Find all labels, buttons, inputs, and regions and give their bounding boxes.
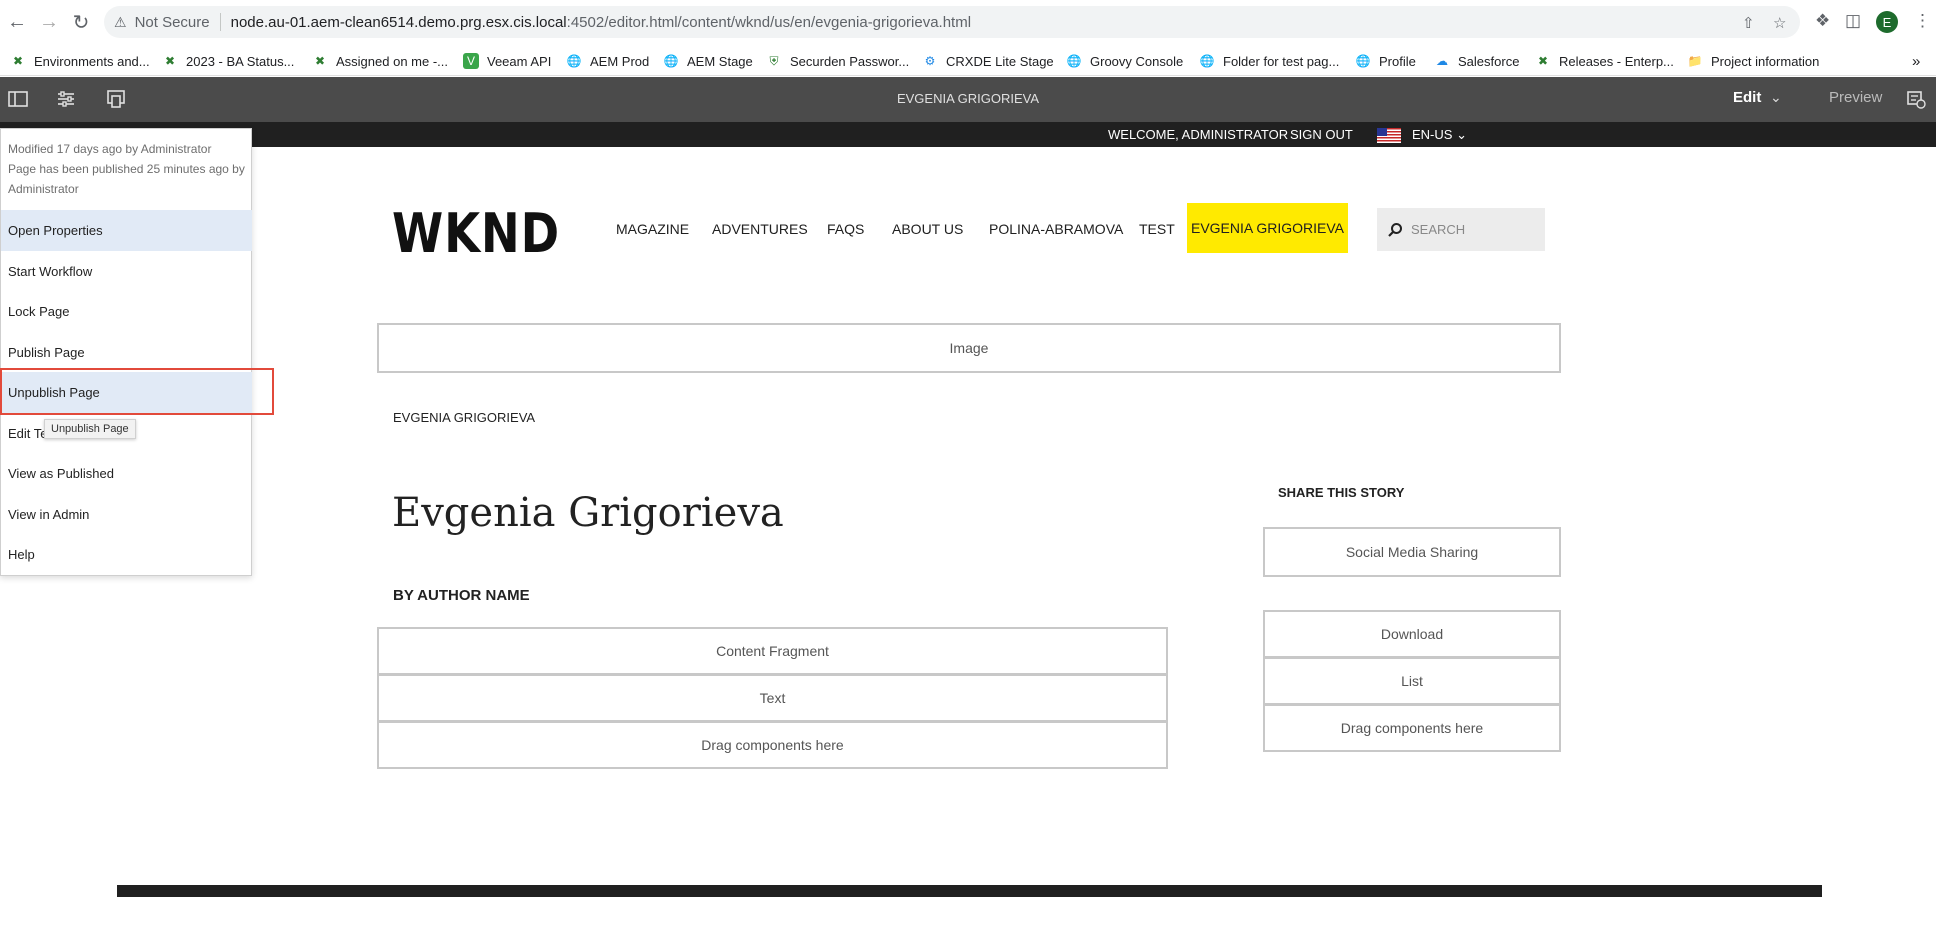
forward-icon[interactable]: → bbox=[38, 11, 60, 33]
menu-item-lock-page[interactable]: Lock Page bbox=[1, 291, 252, 332]
preview-button[interactable]: Preview bbox=[1829, 89, 1882, 106]
globe-icon: 🌐 bbox=[663, 54, 679, 68]
search-input[interactable]: SEARCH bbox=[1377, 208, 1545, 251]
nav-item-test[interactable]: TEST bbox=[1139, 221, 1175, 237]
article-title[interactable]: Evgenia Grigorieva bbox=[392, 490, 784, 536]
bookmark-item[interactable]: ✖ Environments and... bbox=[10, 50, 150, 72]
reload-icon[interactable]: ↻ bbox=[70, 11, 92, 34]
bookmark-item[interactable]: ✖ 2023 - BA Status... bbox=[162, 50, 294, 72]
welcome-text: WELCOME, ADMINISTRATOR bbox=[1108, 127, 1289, 142]
us-flag-icon bbox=[1377, 128, 1401, 143]
jira-icon: ✖ bbox=[12, 54, 24, 68]
search-placeholder: SEARCH bbox=[1411, 222, 1466, 237]
nav-item-about-us[interactable]: ABOUT US bbox=[892, 221, 963, 237]
breadcrumb: EVGENIA GRIGORIEVA bbox=[393, 410, 536, 425]
back-icon[interactable]: ← bbox=[6, 11, 28, 33]
page-information-menu: Modified 17 days ago by Administrator Pa… bbox=[0, 128, 252, 576]
footer bbox=[117, 885, 1822, 897]
chevron-down-icon[interactable]: ⌄ bbox=[1770, 89, 1782, 106]
warning-icon: ⚠ bbox=[114, 13, 127, 30]
browser-toolbar: ← → ↻ ⚠ Not Secure node.au-01.aem-clean6… bbox=[0, 0, 1936, 44]
site-utility-bar: WELCOME, ADMINISTRATOR SIGN OUT EN-US ⌄ bbox=[0, 122, 1936, 147]
text-component[interactable]: Text bbox=[377, 674, 1168, 722]
url-host: node.au-01.aem-clean6514.demo.prg.esx.ci… bbox=[230, 13, 567, 31]
bookmark-star-icon[interactable]: ☆ bbox=[1773, 14, 1786, 32]
bookmarks-bar: ✖ Environments and... ✖ 2023 - BA Status..… bbox=[0, 46, 1936, 76]
nav-item-magazine[interactable]: MAGAZINE bbox=[616, 221, 689, 237]
menu-item-open-properties[interactable]: Open Properties bbox=[1, 210, 252, 251]
bookmark-item[interactable]: ✖ Releases - Enterp... bbox=[1535, 50, 1674, 72]
globe-icon: 🌐 bbox=[566, 54, 582, 68]
folder-icon: 📁 bbox=[1687, 54, 1703, 68]
menu-item-publish-page[interactable]: Publish Page bbox=[1, 332, 252, 373]
page-status: Modified 17 days ago by Administrator Pa… bbox=[8, 139, 248, 199]
editor-toolbar: EVGENIA GRIGORIEVA Edit ⌄ Preview bbox=[0, 77, 1936, 122]
drop-zone[interactable]: Drag components here bbox=[377, 721, 1168, 769]
menu-item-start-workflow[interactable]: Start Workflow bbox=[1, 251, 252, 292]
shield-icon: ⛨ bbox=[769, 53, 779, 68]
globe-icon: 🌐 bbox=[1199, 54, 1215, 68]
veeam-icon: V bbox=[463, 53, 479, 69]
byline[interactable]: BY AUTHOR NAME bbox=[393, 587, 530, 604]
url-path: :4502/editor.html/content/wknd/us/en/evg… bbox=[566, 13, 972, 31]
jira-icon: ✖ bbox=[1537, 54, 1549, 68]
bookmark-item[interactable]: 🌐 AEM Stage bbox=[663, 50, 753, 72]
list-component[interactable]: List bbox=[1263, 657, 1561, 705]
site-logo[interactable]: WKND bbox=[392, 202, 560, 265]
bookmark-item[interactable]: 🌐 Folder for test pag... bbox=[1199, 50, 1340, 72]
bookmark-item[interactable]: ⚙ CRXDE Lite Stage bbox=[922, 50, 1054, 72]
sign-out-link[interactable]: SIGN OUT bbox=[1290, 127, 1353, 142]
bookmark-item[interactable]: 🌐 AEM Prod bbox=[566, 50, 650, 72]
search-icon bbox=[1388, 222, 1402, 237]
globe-icon: 🌐 bbox=[1355, 54, 1371, 68]
chevron-down-icon: ⌄ bbox=[1456, 127, 1467, 142]
profile-avatar[interactable]: E bbox=[1876, 11, 1898, 33]
share-icon[interactable]: ⇧ bbox=[1742, 14, 1755, 32]
menu-item-view-in-admin[interactable]: View in Admin bbox=[1, 494, 252, 535]
globe-icon: 🌐 bbox=[1066, 54, 1082, 68]
salesforce-icon: ☁ bbox=[1436, 54, 1448, 68]
bookmark-item[interactable]: 🌐 Profile bbox=[1355, 50, 1416, 72]
jira-icon: ✖ bbox=[314, 54, 326, 68]
tooltip: Unpublish Page bbox=[44, 419, 136, 439]
download-component[interactable]: Download bbox=[1263, 610, 1561, 658]
content-fragment-component[interactable]: Content Fragment bbox=[377, 627, 1168, 675]
share-heading: SHARE THIS STORY bbox=[1278, 485, 1405, 500]
published-text: Page has been published 25 minutes ago b… bbox=[8, 162, 245, 196]
address-bar[interactable]: ⚠ Not Secure node.au-01.aem-clean6514.de… bbox=[104, 6, 1800, 38]
bookmark-item[interactable]: ✖ Assigned on me -... bbox=[312, 50, 448, 72]
extensions-icon[interactable]: ❖ bbox=[1815, 11, 1830, 31]
side-panel-icon[interactable]: ◫ bbox=[1845, 11, 1861, 31]
mode-selector[interactable]: Edit bbox=[1733, 89, 1761, 106]
more-bookmarks-button[interactable]: » bbox=[1912, 50, 1920, 72]
bookmark-item[interactable]: ☁ Salesforce bbox=[1434, 50, 1519, 72]
nav-item-polina-abramova[interactable]: POLINA-ABRAMOVA bbox=[989, 221, 1123, 237]
drop-zone[interactable]: Drag components here bbox=[1263, 704, 1561, 752]
annotation-icon[interactable] bbox=[1906, 89, 1926, 109]
image-component[interactable]: Image bbox=[377, 323, 1561, 373]
bookmark-item[interactable]: 🌐 Groovy Console bbox=[1066, 50, 1184, 72]
bookmark-item[interactable]: 📁 Project information bbox=[1687, 50, 1820, 72]
nav-item-adventures[interactable]: ADVENTURES bbox=[712, 221, 808, 237]
menu-item-help[interactable]: Help bbox=[1, 534, 252, 575]
locale-selector[interactable]: EN-US ⌄ bbox=[1412, 127, 1467, 143]
jira-icon: ✖ bbox=[164, 54, 176, 68]
nav-item-faqs[interactable]: FAQS bbox=[827, 221, 864, 237]
menu-item-view-as-published[interactable]: View as Published bbox=[1, 453, 252, 494]
bookmark-item[interactable]: ⛨ Securden Passwor... bbox=[766, 50, 909, 72]
more-options-icon[interactable]: ⋮ bbox=[1914, 11, 1931, 31]
bookmark-item[interactable]: V Veeam API bbox=[463, 50, 551, 72]
nav-item-active[interactable]: EVGENIA GRIGORIEVA bbox=[1187, 203, 1348, 253]
page-title: EVGENIA GRIGORIEVA bbox=[896, 91, 1040, 106]
divider bbox=[219, 13, 221, 31]
crxde-icon: ⚙ bbox=[924, 54, 936, 68]
modified-text: Modified 17 days ago by Administrator bbox=[8, 142, 212, 156]
security-label: Not Secure bbox=[134, 13, 210, 31]
annotation-highlight bbox=[0, 368, 274, 415]
social-media-sharing-component[interactable]: Social Media Sharing bbox=[1263, 527, 1561, 577]
